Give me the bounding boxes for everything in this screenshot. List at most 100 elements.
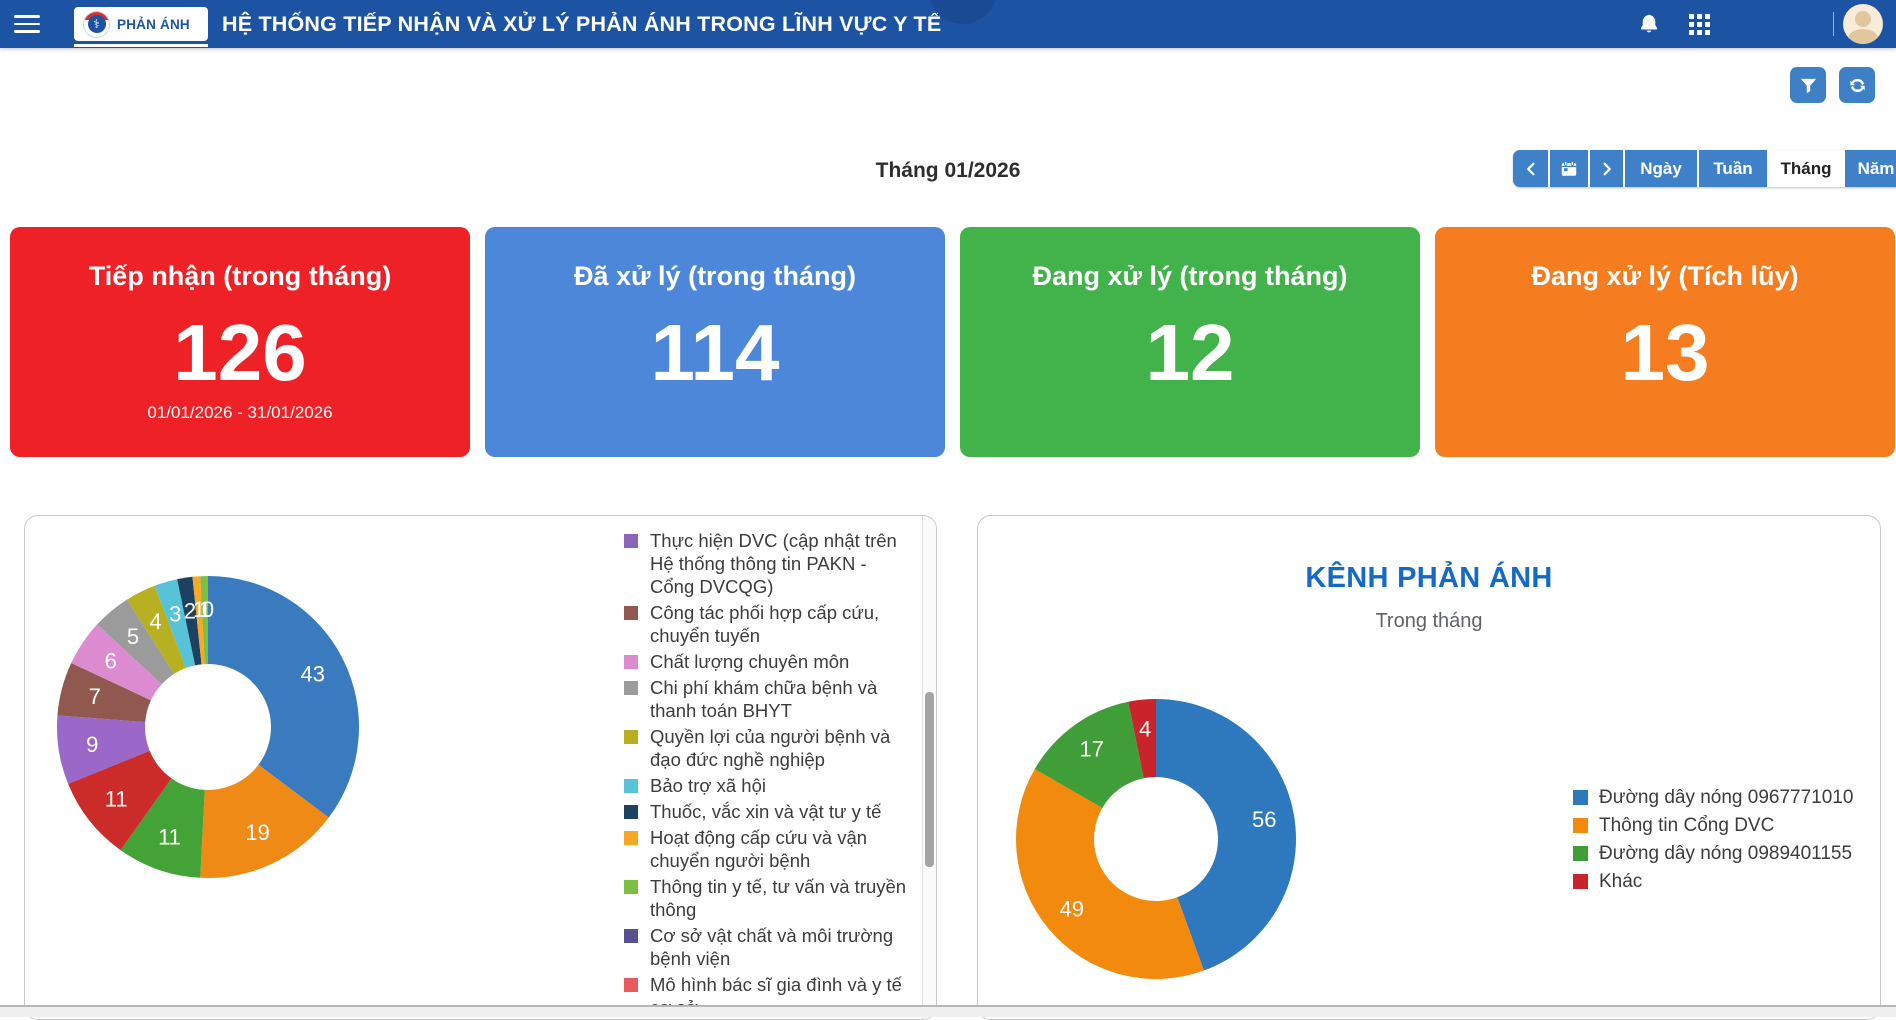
chevron-right-icon [1599,161,1615,177]
user-avatar[interactable] [1843,4,1883,44]
stat-value: 114 [485,309,945,397]
slice-value-label: 3 [169,602,181,627]
menu-icon[interactable] [14,15,40,33]
legend-item[interactable]: Khác [1573,872,1853,891]
legend-label: Công tác phối hợp cấp cứu, chuyển tuyến [650,601,910,647]
legend-label: Đường dây nóng 0967771010 [1599,788,1853,807]
apps-grid-icon[interactable] [1689,14,1710,35]
view-year-button[interactable]: Năm [1843,150,1896,187]
legend-item[interactable]: Bảo trợ xã hội [624,774,910,797]
legend-item[interactable]: Hoạt động cấp cứu và vận chuyển người bệ… [624,826,910,872]
stat-value: 13 [1435,309,1895,397]
slice-value-label: 4 [1139,717,1151,742]
view-day-button[interactable]: Ngày [1623,150,1697,187]
chart-title: KÊNH PHẢN ÁNH [978,562,1880,595]
legend-item[interactable]: Công tác phối hợp cấp cứu, chuyển tuyến [624,601,910,647]
legend-item[interactable]: Đường dây nóng 0989401155 [1573,844,1853,863]
legend-color-swatch [624,978,638,992]
legend-item[interactable]: Chi phí khám chữa bệnh và thanh toán BHY… [624,676,910,722]
legend-color-swatch [624,779,638,793]
stat-card-resolved: Đã xử lý (trong tháng) 114 [485,227,945,457]
stat-card-received: Tiếp nhận (trong tháng) 126 01/01/2026 -… [10,227,470,457]
legend-label: Quyền lợi của người bệnh và đạo đức nghề… [650,725,910,771]
legend-item[interactable]: Thông tin y tế, tư vấn và truyền thông [624,875,910,921]
slice-value-label: 19 [245,820,269,845]
slice-value-label: 11 [105,787,128,812]
legend-color-swatch [624,805,638,819]
bell-icon[interactable] [1637,12,1661,36]
legend-label: Hoạt động cấp cứu và vận chuyển người bệ… [650,826,910,872]
legend-label: Thông tin Cổng DVC [1599,816,1774,835]
category-donut-chart: 431911119765432110 [48,567,368,887]
chevron-left-icon [1523,161,1539,177]
legend-item[interactable]: Thuốc, vắc xin và vật tư y tế [624,800,910,823]
legend-color-swatch [1573,818,1588,833]
legend-color-swatch [624,929,638,943]
legend-label: Bảo trợ xã hội [650,774,766,797]
channel-donut-card: KÊNH PHẢN ÁNH Trong tháng 5649174 Đường … [977,515,1881,1020]
donut-slice[interactable] [1016,769,1204,979]
slice-value-label: 56 [1252,807,1276,832]
slice-value-label: 11 [158,825,181,850]
legend-label: Thông tin y tế, tư vấn và truyền thông [650,875,910,921]
category-donut-card: 431911119765432110 Thực hiện DVC (cập nh… [24,515,937,1020]
legend-label: Chất lượng chuyên môn [650,650,849,673]
stat-card-inprogress-month: Đang xử lý (trong tháng) 12 [960,227,1420,457]
slice-value-label: 0 [202,597,214,622]
stat-value: 126 [10,309,470,397]
calendar-button[interactable] [1548,150,1588,187]
chart-subtitle: Trong tháng [978,610,1880,633]
legend-color-swatch [624,606,638,620]
slice-value-label: 43 [301,662,325,687]
legend-label: Thực hiện DVC (cập nhật trên Hệ thống th… [650,529,910,598]
calendar-icon [1560,160,1578,178]
legend-color-swatch [624,730,638,744]
legend-label: Thuốc, vắc xin và vật tư y tế [650,800,881,823]
legend-item[interactable]: Thông tin Cổng DVC [1573,816,1853,835]
filter-button[interactable] [1790,67,1826,103]
legend-color-swatch [624,681,638,695]
channel-donut-chart: 5649174 [1006,689,1306,989]
legend-color-swatch [624,831,638,845]
stat-title: Tiếp nhận (trong tháng) [10,259,470,293]
stat-title: Đang xử lý (trong tháng) [960,259,1420,293]
slice-value-label: 7 [89,684,101,709]
slice-value-label: 6 [105,649,117,674]
legend-item[interactable]: Cơ sở vật chất và môi trường bệnh viện [624,924,910,970]
channel-legend: Đường dây nóng 0967771010 Thông tin Cổng … [1573,788,1853,900]
current-period-label: Tháng 01/2026 [876,159,1021,183]
legend-label: Cơ sở vật chất và môi trường bệnh viện [650,924,910,970]
card-vertical-scrollbar[interactable] [922,516,936,1019]
stat-title: Đã xử lý (trong tháng) [485,259,945,293]
legend-color-swatch [1573,846,1588,861]
legend-label: Khác [1599,872,1642,891]
stat-date-range: 01/01/2026 - 31/01/2026 [10,403,470,423]
legend-color-swatch [1573,790,1588,805]
brand-active-underline [74,44,208,47]
stat-cards-row: Tiếp nhận (trong tháng) 126 01/01/2026 -… [10,227,1895,457]
next-period-button[interactable] [1588,150,1623,187]
horizontal-scrollbar[interactable] [0,1005,1896,1017]
legend-item[interactable]: Thực hiện DVC (cập nhật trên Hệ thống th… [624,529,910,598]
donut-slice[interactable] [208,576,359,818]
slice-value-label: 17 [1080,737,1104,762]
health-ministry-emblem-icon: ⚕ [83,11,110,38]
legend-item[interactable]: Đường dây nóng 0967771010 [1573,788,1853,807]
slice-value-label: 5 [127,624,139,649]
view-month-button[interactable]: Tháng [1767,150,1843,187]
funnel-icon [1799,76,1818,95]
refresh-button[interactable] [1839,67,1875,103]
legend-item[interactable]: Quyền lợi của người bệnh và đạo đức nghề… [624,725,910,771]
previous-period-button[interactable] [1513,150,1548,187]
legend-color-swatch [624,534,638,548]
legend-label: Chi phí khám chữa bệnh và thanh toán BHY… [650,676,910,722]
scrollbar-thumb[interactable] [925,692,934,867]
legend-item[interactable]: Chất lượng chuyên môn [624,650,910,673]
view-week-button[interactable]: Tuần [1697,150,1767,187]
stat-card-inprogress-total: Đang xử lý (Tích lũy) 13 [1435,227,1895,457]
page-title: HỆ THỐNG TIẾP NHẬN VÀ XỬ LÝ PHẢN ÁNH TRO… [222,0,941,48]
refresh-icon [1848,76,1867,95]
app-logo[interactable]: ⚕ PHẢN ÁNH [74,7,208,41]
legend-label: Đường dây nóng 0989401155 [1599,844,1852,863]
slice-value-label: 9 [86,732,98,757]
